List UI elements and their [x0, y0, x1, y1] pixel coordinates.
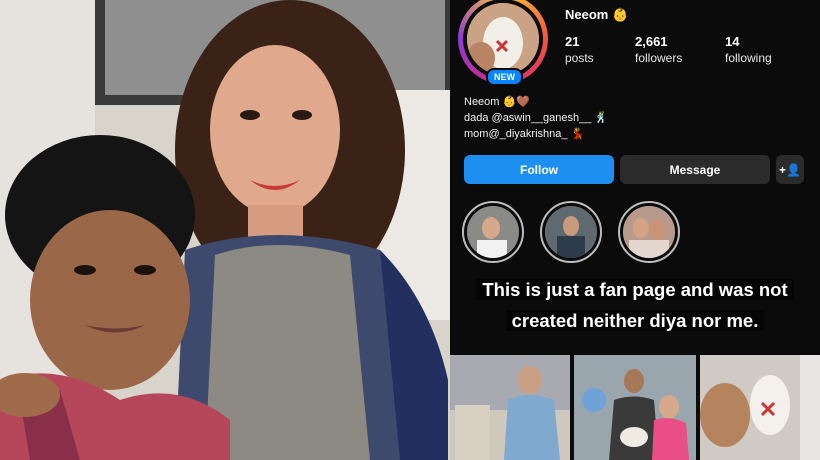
story-highlight-1[interactable]	[462, 201, 524, 263]
post-thumbnail-1[interactable]	[450, 355, 570, 460]
profile-username: Neeom 👶	[565, 7, 629, 22]
bio-name: Neeom 👶🤎	[464, 96, 530, 108]
highlight-3-thumbnail	[623, 206, 675, 258]
highlight-1-thumbnail	[467, 206, 519, 258]
posts-stat[interactable]: 21 posts	[565, 34, 594, 65]
story-highlight-2[interactable]	[540, 201, 602, 263]
caption-line-1: This is just a fan page and was not	[476, 279, 794, 300]
followers-stat[interactable]: 2,661 followers	[635, 34, 682, 65]
followers-count: 2,661	[635, 34, 668, 49]
bio-dada-line[interactable]: dada @aswin__ganesh__ 🕺	[464, 110, 608, 126]
overlay-caption: This is just a fan page and was not crea…	[450, 274, 820, 336]
follow-button[interactable]: Follow	[464, 155, 614, 184]
posts-count: 21	[565, 34, 580, 49]
post-thumbnail-2[interactable]	[574, 355, 696, 460]
couple-photo	[0, 0, 450, 460]
caption-line-2: created neither diya nor me.	[505, 310, 765, 331]
instagram-profile-panel: NEW Neeom 👶 21 posts 2,661 followers 14 …	[450, 0, 820, 460]
post-thumbnail-3[interactable]	[700, 355, 820, 460]
story-highlight-3[interactable]	[618, 201, 680, 263]
followers-label: followers	[635, 51, 683, 65]
new-badge: NEW	[486, 68, 523, 86]
following-stat[interactable]: 14 following	[725, 34, 772, 65]
following-label: following	[725, 51, 772, 65]
highlight-2-thumbnail	[545, 206, 597, 258]
profile-bio: Neeom 👶🤎 dada @aswin__ganesh__ 🕺 mom@_di…	[464, 94, 608, 142]
posts-label: posts	[565, 51, 594, 65]
message-button[interactable]: Message	[620, 155, 770, 184]
avatar-photo	[467, 3, 539, 75]
add-user-icon: +👤	[779, 162, 801, 177]
following-count: 14	[725, 34, 740, 49]
add-user-button[interactable]: +👤	[776, 155, 804, 184]
bio-mom-line[interactable]: mom@_diyakrishna_ 💃	[464, 126, 608, 142]
